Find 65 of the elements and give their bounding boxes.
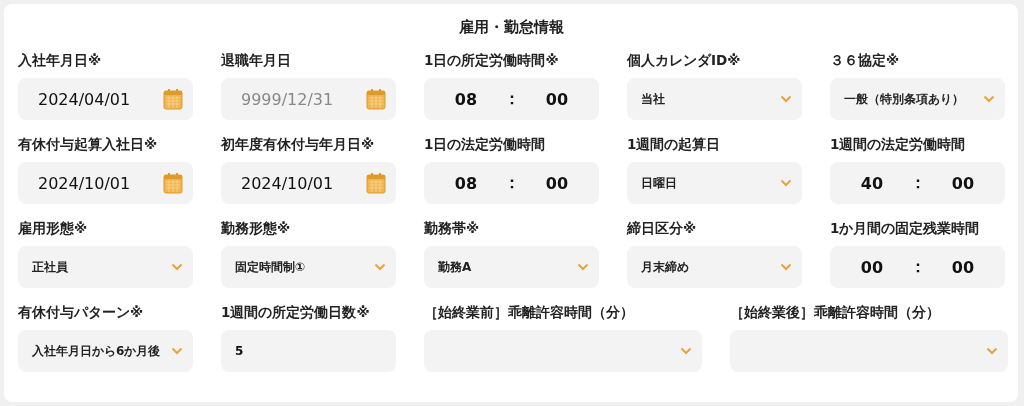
date-field[interactable]: 9999/12/31 bbox=[221, 78, 396, 120]
date-field[interactable]: 2024/04/01 bbox=[18, 78, 193, 120]
chevron-down-icon bbox=[986, 347, 998, 355]
minute-field[interactable]: 00 bbox=[933, 257, 993, 277]
field-label: 1週間の起算日 bbox=[627, 135, 722, 154]
field-label: 1週間の法定労働時間 bbox=[830, 135, 967, 154]
select-field[interactable]: 入社年月日から6か月後 bbox=[18, 330, 193, 372]
field-label: 勤務形態※ bbox=[221, 219, 292, 238]
chevron-down-icon bbox=[780, 179, 792, 187]
chevron-down-icon bbox=[680, 347, 692, 355]
chevron-down-icon bbox=[780, 263, 792, 271]
field-label: 1日の所定労働時間※ bbox=[424, 51, 560, 70]
field-label: 1週間の所定労働日数※ bbox=[221, 303, 371, 322]
section-title: 雇用・勤怠情報 bbox=[457, 17, 565, 38]
field-label: 入社年月日※ bbox=[18, 51, 103, 70]
field-label: 有休付与パターン※ bbox=[18, 303, 145, 322]
time-separator: ： bbox=[502, 88, 521, 110]
field-label: 雇用形態※ bbox=[18, 219, 89, 238]
field-label: 個人カレンダID※ bbox=[627, 51, 742, 70]
chevron-down-icon bbox=[983, 95, 995, 103]
select-field[interactable]: 月末締め bbox=[627, 246, 802, 288]
calendar-icon[interactable] bbox=[366, 172, 386, 194]
field-label: ３６協定※ bbox=[830, 51, 901, 70]
field-label: 1日の法定労働時間 bbox=[424, 135, 547, 154]
select-field[interactable]: 固定時間制① bbox=[221, 246, 396, 288]
select-field[interactable]: 当社 bbox=[627, 78, 802, 120]
field-label: 有休付与起算入社日※ bbox=[18, 135, 159, 154]
chevron-down-icon bbox=[171, 347, 183, 355]
chevron-down-icon bbox=[577, 263, 589, 271]
field-label: ［始終業前］乖離許容時間（分） bbox=[424, 303, 635, 322]
minute-field[interactable]: 00 bbox=[527, 173, 587, 193]
minute-field[interactable]: 00 bbox=[933, 173, 993, 193]
select-field[interactable]: 日曜日 bbox=[627, 162, 802, 204]
chevron-down-icon bbox=[171, 263, 183, 271]
time-separator: ： bbox=[908, 172, 927, 194]
select-field[interactable]: 勤務A bbox=[424, 246, 599, 288]
hour-field[interactable]: 40 bbox=[842, 173, 902, 193]
date-input[interactable]: 2024/10/01 bbox=[32, 173, 163, 193]
hour-field[interactable]: 08 bbox=[436, 89, 496, 109]
field-label: 締日区分※ bbox=[627, 219, 698, 238]
field-label: 退職年月日 bbox=[221, 51, 292, 70]
date-field[interactable]: 2024/10/01 bbox=[221, 162, 396, 204]
time-separator: ： bbox=[502, 172, 521, 194]
calendar-icon[interactable] bbox=[163, 88, 183, 110]
select-field[interactable] bbox=[424, 330, 702, 372]
select-field[interactable]: 正社員 bbox=[18, 246, 193, 288]
hour-field[interactable]: 08 bbox=[436, 173, 496, 193]
date-input[interactable]: 9999/12/31 bbox=[235, 89, 366, 109]
date-field[interactable]: 2024/10/01 bbox=[18, 162, 193, 204]
chevron-down-icon bbox=[374, 263, 386, 271]
date-input[interactable]: 2024/10/01 bbox=[235, 173, 366, 193]
field-label: ［始終業後］乖離許容時間（分） bbox=[730, 303, 941, 322]
calendar-icon[interactable] bbox=[366, 88, 386, 110]
hour-field[interactable]: 00 bbox=[842, 257, 902, 277]
select-field[interactable]: 一般（特別条項あり） bbox=[830, 78, 1005, 120]
minute-field[interactable]: 00 bbox=[527, 89, 587, 109]
field-label: 初年度有休付与年月日※ bbox=[221, 135, 376, 154]
text-field[interactable]: 5 bbox=[221, 330, 396, 372]
date-input[interactable]: 2024/04/01 bbox=[32, 89, 163, 109]
field-label: 勤務帯※ bbox=[424, 219, 481, 238]
chevron-down-icon bbox=[780, 95, 792, 103]
select-field[interactable] bbox=[730, 330, 1008, 372]
field-label: 1か月間の固定残業時間 bbox=[830, 219, 981, 238]
calendar-icon[interactable] bbox=[163, 172, 183, 194]
time-separator: ： bbox=[908, 256, 927, 278]
